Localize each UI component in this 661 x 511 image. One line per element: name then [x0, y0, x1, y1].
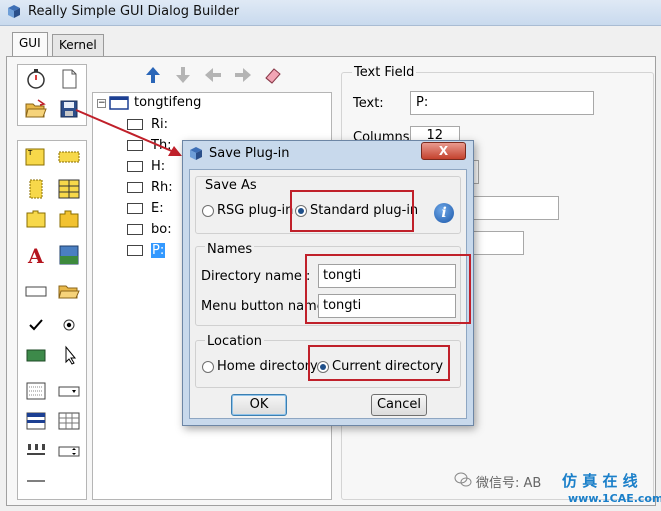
ok-button[interactable]: OK: [231, 394, 287, 416]
svg-text:A: A: [27, 244, 44, 266]
tree-item-icon: [127, 182, 143, 193]
directory-name-label: Directory name :: [201, 269, 311, 284]
home-radio-indicator: [202, 360, 214, 373]
right-arrow-icon[interactable]: [232, 64, 254, 86]
tree-item-icon: [127, 245, 143, 256]
combo-box-icon[interactable]: [57, 380, 81, 402]
tree-item-icon: [127, 203, 143, 214]
tab-book-icon[interactable]: [24, 208, 48, 230]
rsg-radio-label: RSG plug-in: [217, 203, 294, 218]
tab-item-icon[interactable]: [57, 208, 81, 230]
annotation-box-names: [305, 254, 471, 324]
text-value-input[interactable]: P:: [410, 91, 594, 115]
tree-item-label: E:: [151, 201, 164, 216]
annotation-box-save-as: [290, 190, 414, 232]
rsg-plugin-radio[interactable]: RSG plug-in: [202, 203, 293, 218]
grid-frame-icon[interactable]: [57, 178, 81, 200]
close-button[interactable]: X: [421, 142, 466, 160]
new-document-icon[interactable]: [57, 68, 81, 90]
info-icon[interactable]: i: [434, 203, 454, 223]
picture-icon[interactable]: [57, 244, 81, 266]
window-title: Really Simple GUI Dialog Builder: [28, 4, 240, 19]
properties-section-title: Text Field: [352, 65, 417, 80]
form-icon[interactable]: T: [24, 146, 48, 168]
dialog-app-icon: [190, 147, 202, 160]
tab-kernel[interactable]: Kernel: [52, 34, 104, 56]
check-box-icon[interactable]: [24, 314, 48, 336]
spinner-icon[interactable]: [57, 440, 81, 462]
spreadsheet-icon[interactable]: [57, 410, 81, 432]
svg-text:T: T: [27, 149, 33, 157]
tree-item-label: P:: [151, 243, 166, 258]
list-icon[interactable]: [24, 380, 48, 402]
save-as-title: Save As: [205, 178, 257, 193]
annotation-arrow: [75, 109, 182, 156]
text-label: Text:: [353, 96, 384, 111]
table-icon[interactable]: [24, 410, 48, 432]
separator-icon[interactable]: [24, 470, 48, 492]
down-arrow-icon[interactable]: [172, 64, 194, 86]
tree-item[interactable]: Rh:: [127, 180, 173, 201]
tree-item-icon: [127, 224, 143, 235]
label-icon[interactable]: A: [24, 244, 48, 266]
app-icon: [8, 5, 20, 18]
push-button-icon[interactable]: [24, 344, 48, 366]
home-radio-label: Home directory: [217, 359, 318, 374]
stopwatch-icon[interactable]: [24, 68, 48, 90]
annotation-box-location: [308, 345, 450, 381]
open-folder-icon[interactable]: [24, 98, 48, 120]
dialog-title: Save Plug-in: [209, 146, 290, 161]
up-arrow-icon[interactable]: [142, 64, 164, 86]
rsg-radio-indicator: [202, 204, 214, 217]
property-field[interactable]: [460, 196, 559, 220]
tree-item-selected[interactable]: P:: [127, 243, 166, 264]
radio-button-icon[interactable]: [57, 314, 81, 336]
left-arrow-icon[interactable]: [202, 64, 224, 86]
names-title: Names: [205, 242, 255, 257]
pick-icon[interactable]: [57, 344, 81, 366]
text-field-icon[interactable]: [24, 280, 48, 302]
eraser-icon[interactable]: [262, 64, 284, 86]
tree-item-label: bo:: [151, 222, 172, 237]
watermark-brand-url: www.1CAE.com: [568, 492, 661, 505]
vertical-frame-icon[interactable]: [24, 178, 48, 200]
location-title: Location: [205, 334, 264, 349]
file-folder-icon[interactable]: [57, 280, 81, 302]
tab-gui[interactable]: GUI: [12, 32, 48, 56]
tree-item[interactable]: bo:: [127, 222, 172, 243]
slider-icon[interactable]: [24, 440, 48, 462]
watermark-brand-cn: 仿 真 在 线: [562, 472, 638, 490]
home-directory-radio[interactable]: Home directory: [202, 359, 318, 374]
tree-item[interactable]: E:: [127, 201, 164, 222]
cancel-button[interactable]: Cancel: [371, 394, 427, 416]
watermark-wechat-id: 微信号: AB: [476, 476, 542, 491]
wechat-icon: [454, 472, 472, 487]
tree-item-label: Rh:: [151, 180, 173, 195]
